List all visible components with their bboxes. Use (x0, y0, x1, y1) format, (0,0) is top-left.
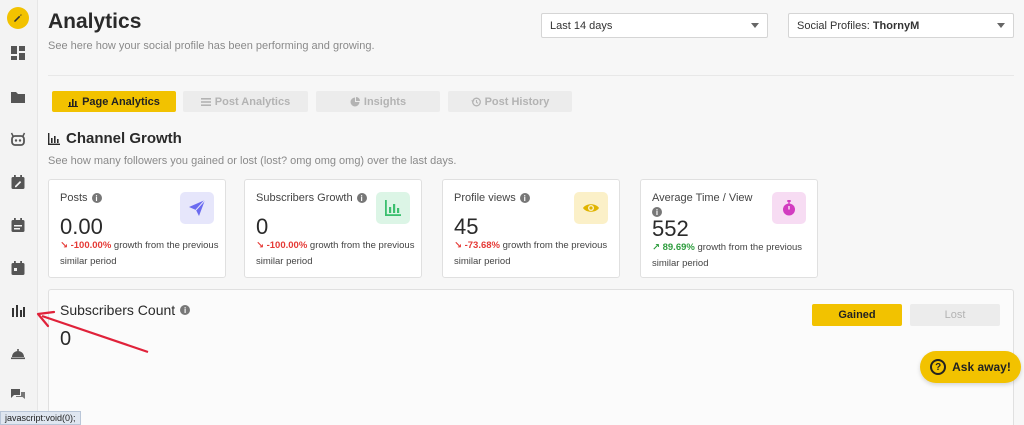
channel-growth-title: Channel Growth (66, 130, 182, 147)
calendar-icon[interactable] (0, 255, 36, 281)
stopwatch-icon (772, 192, 806, 224)
tab-label: Page Analytics (82, 95, 160, 108)
card-label: Average Time / View (652, 192, 753, 204)
date-range-value: Last 14 days (550, 19, 613, 32)
ask-away-button[interactable]: ? Ask away! (920, 351, 1021, 383)
info-icon[interactable]: i (356, 193, 367, 203)
divider (48, 75, 1014, 76)
gained-button[interactable]: Gained (812, 304, 902, 326)
history-icon (470, 97, 481, 106)
pie-chart-icon (350, 96, 360, 106)
status-bar: javascript:void(0); (0, 411, 81, 425)
tab-label: Insights (363, 95, 407, 108)
channel-growth-subtitle: See how many followers you gained or los… (48, 155, 457, 167)
bar-chart-icon (68, 98, 79, 107)
bar-chart-icon (48, 132, 60, 145)
sidebar (0, 0, 38, 425)
social-profile-value: ThornyM (872, 19, 920, 32)
page-subtitle: See here how your social profile has bee… (48, 40, 375, 52)
tab-label: Post History (484, 95, 550, 108)
bar-chart-icon (376, 192, 410, 224)
trend-down-icon: ↘ (454, 240, 462, 251)
growth-percent: 89.69% (662, 242, 695, 253)
trend-down-icon: ↘ (60, 240, 68, 251)
tab-post-history[interactable]: Post History (448, 91, 572, 112)
chevron-down-icon (997, 23, 1005, 28)
card-value: 0 (256, 214, 269, 239)
card-growth: ↘ -73.68% growth from the previous simil… (454, 238, 614, 270)
info-icon[interactable]: i (91, 193, 102, 203)
card-value: 45 (454, 214, 479, 239)
growth-percent: -73.68% (464, 240, 500, 251)
social-profile-select[interactable]: Social Profiles: ThornyM (788, 13, 1014, 38)
growth-percent: -100.00% (70, 240, 112, 251)
page-title: Analytics (48, 10, 142, 33)
calendar-list-icon[interactable] (0, 212, 36, 238)
date-range-select[interactable]: Last 14 days (541, 13, 768, 38)
stat-card-profile-views: Profile views i 45 ↘ -73.68% growth from … (442, 179, 620, 278)
chevron-down-icon (751, 23, 759, 28)
info-icon[interactable]: i (519, 193, 530, 203)
stat-card-subscribers-growth: Subscribers Growth i 0 ↘ -100.00% growth … (244, 179, 422, 278)
trend-up-icon: ↗ (652, 242, 660, 253)
card-label: Posts (60, 192, 88, 204)
eye-icon (574, 192, 608, 224)
lost-button[interactable]: Lost (910, 304, 1000, 326)
trend-down-icon: ↘ (256, 240, 264, 251)
service-bell-icon[interactable] (0, 340, 36, 366)
card-value: 0.00 (60, 214, 103, 239)
ask-away-label: Ask away! (952, 360, 1011, 374)
info-icon[interactable]: i (180, 305, 191, 315)
paper-plane-icon (180, 192, 214, 224)
tab-insights[interactable]: Insights (316, 91, 440, 112)
section-title: Channel Growth (48, 130, 182, 147)
social-profile-label: Social Profiles: (797, 19, 870, 32)
stat-card-posts: Posts i 0.00 ↘ -100.00% growth from the p… (48, 179, 226, 278)
robot-icon[interactable] (0, 126, 36, 152)
tab-page-analytics[interactable]: Page Analytics (52, 91, 176, 112)
list-icon (200, 97, 211, 106)
question-icon: ? (930, 359, 947, 375)
subscribers-count-title: Subscribers Count (60, 302, 176, 318)
calendar-edit-icon[interactable] (0, 169, 36, 195)
card-growth: ↗ 89.69% growth from the previous simila… (652, 240, 812, 272)
growth-percent: -100.00% (266, 240, 308, 251)
card-growth: ↘ -100.00% growth from the previous simi… (60, 238, 220, 270)
subscribers-count-panel: Subscribers Count i 0 Gained Lost (48, 289, 1014, 425)
card-label: Profile views (454, 192, 516, 204)
tab-post-analytics[interactable]: Post Analytics (183, 91, 308, 112)
compose-icon[interactable] (7, 7, 29, 29)
dashboard-icon[interactable] (0, 40, 36, 66)
analytics-icon[interactable] (0, 297, 36, 323)
tab-label: Post Analytics (214, 95, 291, 108)
card-label: Subscribers Growth (256, 192, 353, 204)
subscribers-count-value: 0 (60, 328, 72, 350)
card-value: 552 (652, 216, 689, 241)
card-growth: ↘ -100.00% growth from the previous simi… (256, 238, 416, 270)
folder-icon[interactable] (0, 84, 36, 110)
chat-icon[interactable] (0, 382, 36, 408)
stat-card-average-time-per-view: Average Time / View i 552 ↗ 89.69% growth… (640, 179, 818, 278)
